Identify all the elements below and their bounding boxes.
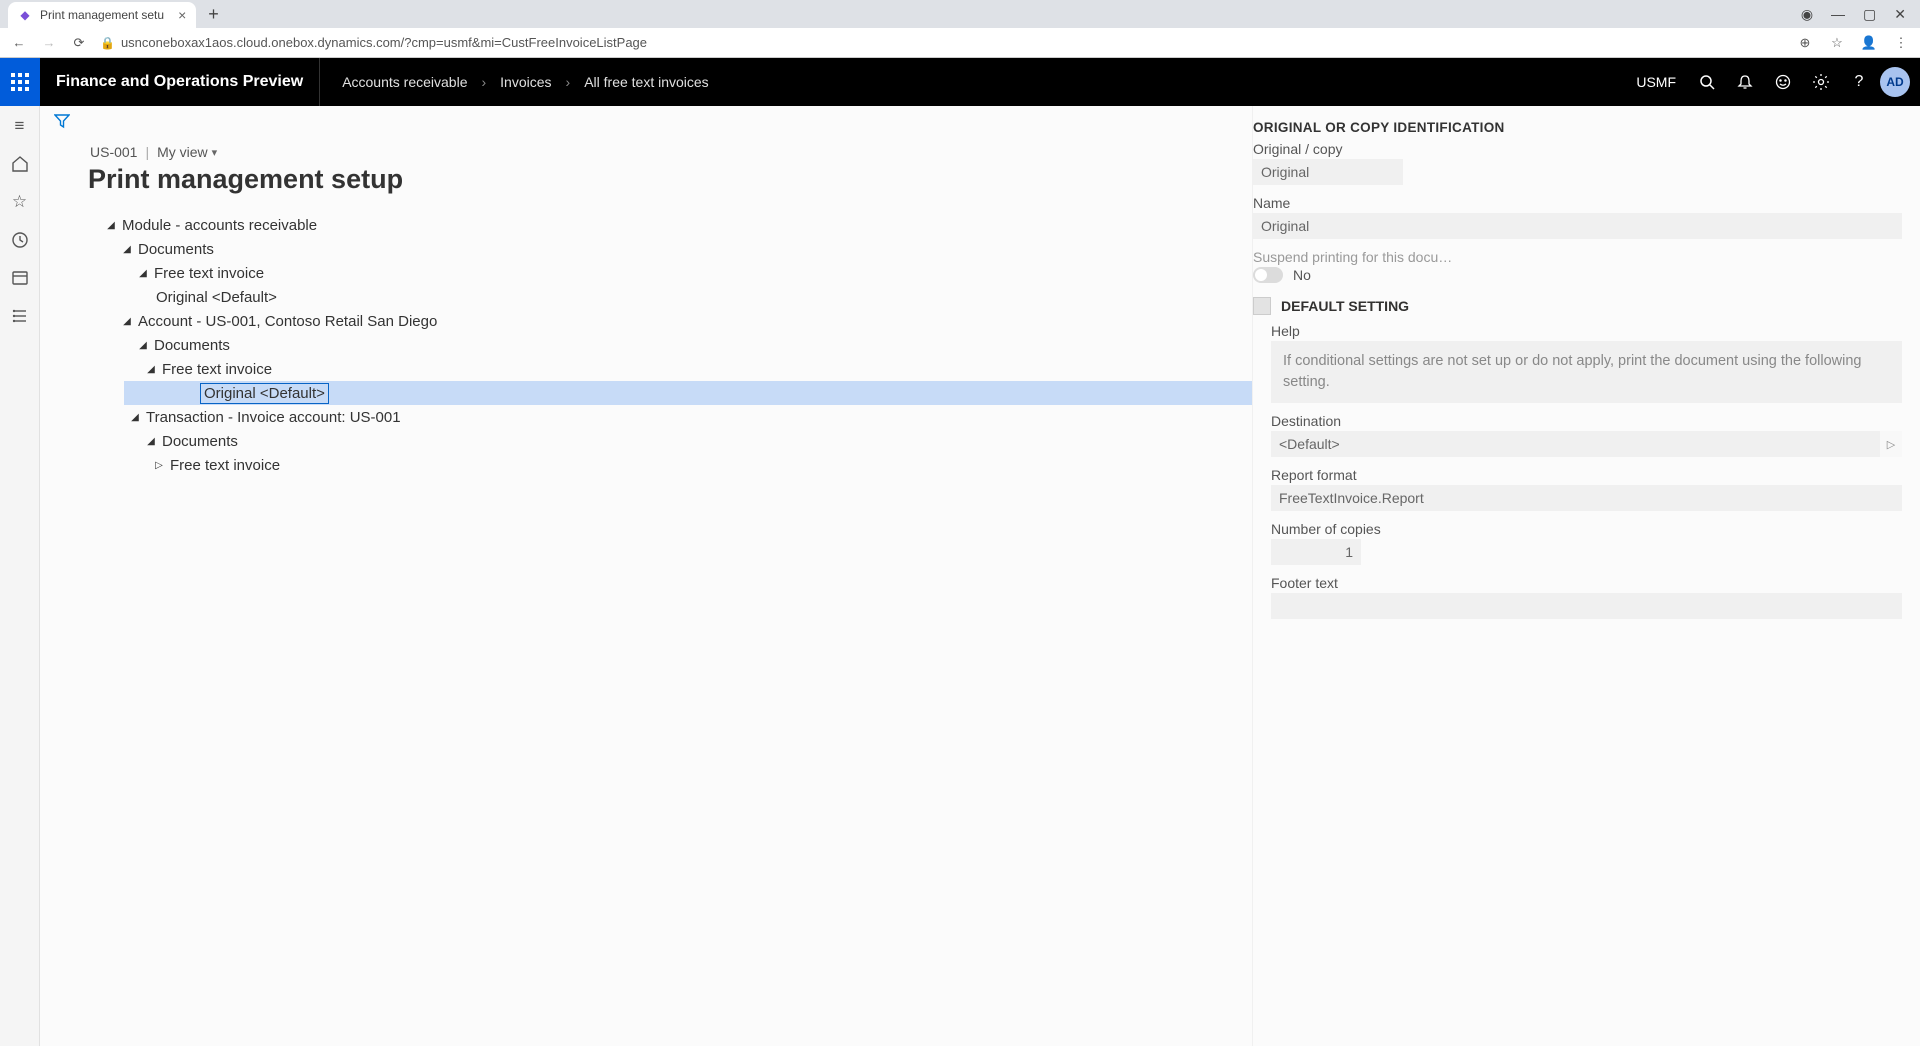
company-code[interactable]: USMF: [1636, 74, 1676, 90]
chrome-account-icon[interactable]: ◉: [1801, 6, 1813, 23]
breadcrumb-module[interactable]: Accounts receivable: [342, 74, 467, 90]
reload-icon[interactable]: ⟳: [70, 35, 88, 51]
tree-node-documents[interactable]: ◢Documents: [88, 237, 1252, 261]
label-copies: Number of copies: [1271, 521, 1902, 537]
app-title[interactable]: Finance and Operations Preview: [40, 58, 320, 106]
collapse-icon[interactable]: ◢: [128, 412, 142, 423]
smiley-icon[interactable]: [1766, 65, 1800, 99]
input-original-copy[interactable]: [1253, 159, 1403, 185]
modules-icon[interactable]: [10, 306, 30, 326]
label-report-format: Report format: [1271, 467, 1902, 483]
minimize-icon[interactable]: ―: [1831, 6, 1845, 23]
help-text: If conditional settings are not set up o…: [1271, 341, 1902, 403]
print-management-tree: ◢Module - accounts receivable ◢Documents…: [40, 213, 1252, 477]
left-nav-rail: ≡ ☆: [0, 106, 40, 1046]
input-footer[interactable]: [1271, 593, 1902, 619]
collapse-icon[interactable]: ◢: [120, 316, 134, 327]
breadcrumb: Accounts receivable › Invoices › All fre…: [320, 74, 731, 90]
tree-node-documents-tx[interactable]: ◢Documents: [88, 429, 1252, 453]
avatar[interactable]: AD: [1880, 67, 1910, 97]
page-title: Print management setup: [40, 164, 1252, 213]
close-window-icon[interactable]: ✕: [1894, 6, 1906, 23]
input-name[interactable]: [1253, 213, 1902, 239]
label-help: Help: [1271, 323, 1902, 339]
breadcrumb-page[interactable]: All free text invoices: [584, 74, 709, 90]
label-name: Name: [1253, 195, 1902, 211]
collapse-icon[interactable]: ◢: [144, 436, 158, 447]
input-destination[interactable]: [1271, 431, 1880, 457]
tree-panel: US-001 | My view ▾ Print management setu…: [40, 106, 1253, 1046]
favorites-icon[interactable]: ☆: [10, 192, 30, 212]
chevron-down-icon: ▾: [212, 146, 218, 159]
input-report-format[interactable]: [1271, 485, 1902, 511]
toggle-suspend[interactable]: [1253, 267, 1283, 283]
tree-node-freetext-tx[interactable]: ▷Free text invoice: [88, 453, 1252, 477]
label-destination: Destination: [1271, 413, 1902, 429]
gear-icon[interactable]: [1804, 65, 1838, 99]
waffle-icon: [11, 73, 29, 91]
view-selector[interactable]: My view ▾: [157, 144, 217, 160]
page-header-row: US-001 | My view ▾: [40, 138, 1252, 164]
app-bar: Finance and Operations Preview Accounts …: [0, 58, 1920, 106]
tree-node-original-selected[interactable]: Original <Default>: [124, 381, 1252, 405]
tree-node-account[interactable]: ◢Account - US-001, Contoso Retail San Di…: [88, 309, 1252, 333]
lock-icon: 🔒: [100, 36, 115, 50]
bookmark-icon[interactable]: ☆: [1828, 35, 1846, 51]
maximize-icon[interactable]: ▢: [1863, 6, 1876, 23]
tree-node-original[interactable]: Original <Default>: [88, 285, 1252, 309]
app-launcher-button[interactable]: [0, 58, 40, 106]
tree-node-documents-account[interactable]: ◢Documents: [88, 333, 1252, 357]
checkbox-default-setting[interactable]: [1253, 297, 1271, 315]
url-text: usnconeboxax1aos.cloud.onebox.dynamics.c…: [121, 35, 647, 50]
label-default-setting: DEFAULT SETTING: [1281, 298, 1409, 314]
tab-close-icon[interactable]: ×: [178, 7, 186, 23]
new-tab-button[interactable]: +: [208, 4, 219, 25]
details-panel: ORIGINAL OR COPY IDENTIFICATION Original…: [1253, 106, 1920, 1046]
browser-tab[interactable]: ◆ Print management setu ×: [8, 2, 196, 28]
tree-node-freetext[interactable]: ◢Free text invoice: [88, 261, 1252, 285]
home-icon[interactable]: [10, 154, 30, 174]
chevron-right-icon: ›: [481, 74, 486, 90]
tab-title: Print management setu: [40, 8, 164, 22]
label-footer: Footer text: [1271, 575, 1902, 591]
browser-toolbar: ← → ⟳ 🔒 usnconeboxax1aos.cloud.onebox.dy…: [0, 28, 1920, 58]
collapse-icon[interactable]: ◢: [136, 340, 150, 351]
collapse-icon[interactable]: ◢: [120, 244, 134, 255]
window-controls: ◉ ― ▢ ✕: [1801, 6, 1912, 23]
browser-menu-icon[interactable]: ⋮: [1892, 35, 1910, 51]
filter-icon[interactable]: [54, 113, 72, 131]
collapse-icon[interactable]: ◢: [136, 268, 150, 279]
label-suspend: Suspend printing for this docu…: [1253, 249, 1902, 265]
entity-id: US-001: [90, 144, 137, 160]
forward-icon[interactable]: →: [40, 35, 58, 50]
label-original-copy: Original / copy: [1253, 141, 1902, 157]
back-icon[interactable]: ←: [10, 35, 28, 50]
address-bar[interactable]: 🔒 usnconeboxax1aos.cloud.onebox.dynamics…: [100, 35, 1784, 50]
tree-node-module[interactable]: ◢Module - accounts receivable: [88, 213, 1252, 237]
hamburger-icon[interactable]: ≡: [10, 116, 30, 136]
collapse-icon[interactable]: ◢: [104, 220, 118, 231]
collapse-icon[interactable]: ◢: [144, 364, 158, 375]
profile-icon[interactable]: 👤: [1860, 35, 1878, 51]
toggle-suspend-value: No: [1293, 267, 1311, 283]
help-icon[interactable]: ?: [1842, 65, 1876, 99]
expand-icon[interactable]: ▷: [152, 460, 166, 471]
browser-tab-strip: ◆ Print management setu × + ◉ ― ▢ ✕: [0, 0, 1920, 28]
notifications-icon[interactable]: [1728, 65, 1762, 99]
input-copies[interactable]: [1271, 539, 1361, 565]
chevron-right-icon: ›: [566, 74, 571, 90]
destination-lookup-icon[interactable]: ▷: [1880, 431, 1902, 457]
zoom-icon[interactable]: ⊕: [1796, 35, 1814, 51]
breadcrumb-area[interactable]: Invoices: [500, 74, 551, 90]
search-icon[interactable]: [1690, 65, 1724, 99]
tree-node-freetext-account[interactable]: ◢Free text invoice: [88, 357, 1252, 381]
tab-favicon-icon: ◆: [18, 8, 32, 22]
recent-icon[interactable]: [10, 230, 30, 250]
tree-node-transaction[interactable]: ◢Transaction - Invoice account: US-001: [88, 405, 1252, 429]
section-original-copy: ORIGINAL OR COPY IDENTIFICATION: [1253, 120, 1902, 135]
workspaces-icon[interactable]: [10, 268, 30, 288]
